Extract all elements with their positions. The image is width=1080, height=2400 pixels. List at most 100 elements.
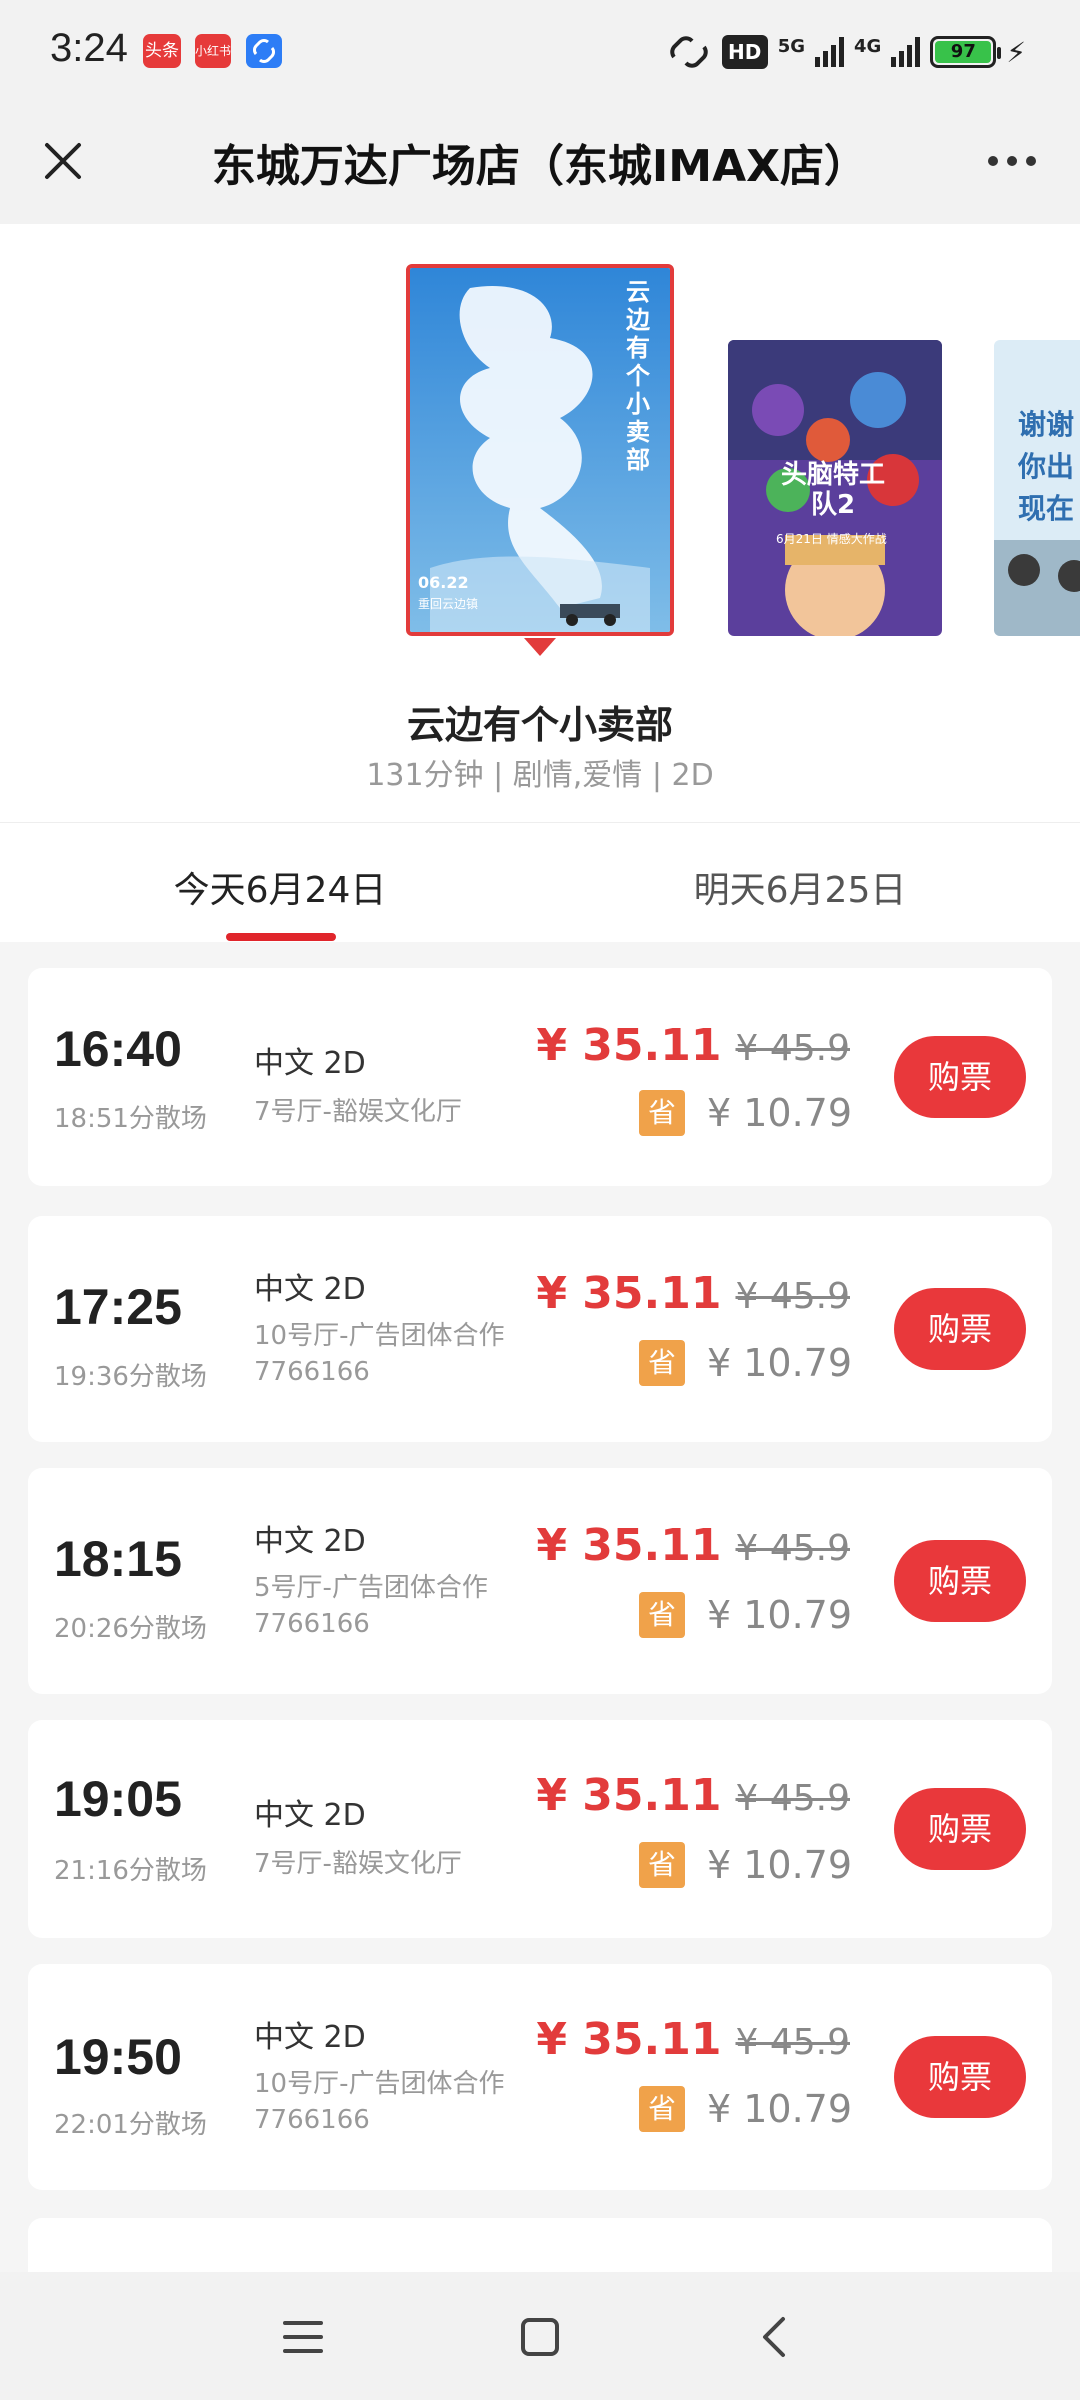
end-time: 18:51分散场 bbox=[54, 1104, 207, 1134]
page-title: 东城万达广场店（东城IMAX店） bbox=[211, 141, 869, 192]
end-time: 19:36分散场 bbox=[54, 1362, 207, 1392]
save-badge: 省 bbox=[638, 1842, 685, 1888]
tab-today[interactable]: 今天6月24日 bbox=[10, 861, 550, 913]
link-app-icon bbox=[246, 34, 282, 68]
movie-meta: 131分钟 | 剧情,爱情 | 2D bbox=[366, 758, 714, 793]
status-indicators: HD 5G 4G 97 ⚡ bbox=[666, 30, 1026, 74]
language-format: 中文 2D bbox=[254, 1524, 366, 1559]
menu-icon bbox=[283, 2321, 323, 2353]
original-price: ¥ 45.9 bbox=[735, 1276, 850, 1317]
charging-icon: ⚡ bbox=[1006, 35, 1026, 69]
showtime-card[interactable]: 19:50 22:01分散场 中文 2D 10号厅-广告团体合作7766166 … bbox=[28, 1964, 1052, 2190]
start-time: 19:05 bbox=[54, 1771, 182, 1827]
xiaohongshu-app-icon: 小红书 bbox=[195, 34, 231, 68]
buy-ticket-button[interactable]: 购票 bbox=[894, 1788, 1026, 1870]
back-button[interactable] bbox=[730, 2302, 820, 2372]
save-amount: ¥ 10.79 bbox=[706, 1091, 852, 1135]
save-badge: 省 bbox=[638, 1592, 685, 1638]
buy-ticket-button[interactable]: 购票 bbox=[894, 1288, 1026, 1370]
save-amount: ¥ 10.79 bbox=[706, 1341, 852, 1385]
start-time: 16:40 bbox=[54, 1021, 182, 1077]
save-amount: ¥ 10.79 bbox=[706, 1593, 852, 1637]
showtime-card[interactable]: 16:40 18:51分散场 中文 2D 7号厅-豁娱文化厅 ¥ 35.11 ¥ … bbox=[28, 968, 1052, 1186]
hall-name: 7号厅-豁娱文化厅 bbox=[254, 1849, 462, 1879]
savings: 省 ¥ 10.79 bbox=[638, 1592, 852, 1638]
price: ¥ 35.11 ¥ 45.9 bbox=[536, 1020, 850, 1071]
poster-2-date: 6月21日 情感大作战 bbox=[776, 532, 887, 546]
end-time: 21:16分散场 bbox=[54, 1856, 207, 1886]
hd-badge: HD bbox=[721, 35, 768, 69]
system-nav-bar bbox=[0, 2272, 1080, 2400]
buy-ticket-button[interactable]: 购票 bbox=[894, 1036, 1026, 1118]
network-5g-label: 5G bbox=[777, 35, 806, 57]
original-price: ¥ 45.9 bbox=[735, 1528, 850, 1569]
start-time: 18:15 bbox=[54, 1531, 182, 1587]
save-badge: 省 bbox=[638, 2086, 685, 2132]
buy-ticket-button[interactable]: 购票 bbox=[894, 2036, 1026, 2118]
save-badge: 省 bbox=[638, 1340, 685, 1386]
toutiao-app-icon: 头条 bbox=[143, 34, 181, 68]
end-time: 22:01分散场 bbox=[54, 2110, 207, 2140]
signal-4g-icon bbox=[891, 37, 921, 67]
hotspot-icon bbox=[670, 36, 708, 68]
status-bar: 3:24 头条 小红书 HD 5G 4G 97 ⚡ bbox=[0, 0, 1080, 100]
hall-name: 10号厅-广告团体合作7766166 bbox=[254, 1321, 505, 1387]
save-amount: ¥ 10.79 bbox=[706, 1843, 852, 1887]
savings: 省 ¥ 10.79 bbox=[638, 2086, 852, 2132]
more-icon bbox=[988, 156, 998, 166]
start-time: 19:50 bbox=[54, 2029, 182, 2085]
poster-title: 云边有个小卖部 bbox=[626, 278, 650, 474]
price: ¥ 35.11 ¥ 45.9 bbox=[536, 1268, 850, 1319]
movie-poster-selected[interactable]: 云边有个小卖部 06.22 重回云边镇 bbox=[406, 264, 674, 636]
movie-poster-2[interactable]: 头脑特工队2 6月21日 情感大作战 bbox=[728, 340, 942, 636]
selected-pointer-icon bbox=[524, 638, 556, 656]
savings: 省 ¥ 10.79 bbox=[638, 1340, 852, 1386]
hall-name: 7号厅-豁娱文化厅 bbox=[254, 1097, 462, 1127]
date-tabs: 今天6月24日 明天6月25日 bbox=[0, 822, 1080, 942]
showtime-card[interactable]: 18:15 20:26分散场 中文 2D 5号厅-广告团体合作7766166 ¥… bbox=[28, 1468, 1052, 1694]
showtime-card-partial[interactable] bbox=[28, 2218, 1052, 2272]
battery-level: 97 bbox=[935, 41, 992, 63]
price: ¥ 35.11 ¥ 45.9 bbox=[536, 1770, 850, 1821]
language-format: 中文 2D bbox=[254, 1272, 366, 1307]
close-icon bbox=[45, 143, 81, 179]
discount-price: ¥ 35.11 bbox=[536, 1020, 722, 1071]
status-time: 3:24 bbox=[50, 26, 128, 70]
movie-poster-3[interactable]: 谢谢你出现在我的青春 bbox=[994, 340, 1080, 636]
poster-3-title: 谢谢你出现在我的青春 bbox=[1018, 408, 1075, 524]
page: 3:24 头条 小红书 HD 5G 4G 97 ⚡ 东城万达广场店（东城IMAX… bbox=[0, 0, 1080, 2400]
movie-title: 云边有个小卖部 bbox=[406, 703, 673, 747]
home-button[interactable] bbox=[495, 2302, 585, 2372]
more-button[interactable] bbox=[972, 126, 1052, 196]
movie-section: 云边有个小卖部 06.22 重回云边镇 头脑特工队2 6月21日 情感大作战 谢… bbox=[0, 224, 1080, 822]
original-price: ¥ 45.9 bbox=[735, 1028, 850, 1069]
showtime-card[interactable]: 17:25 19:36分散场 中文 2D 10号厅-广告团体合作7766166 … bbox=[28, 1216, 1052, 1442]
tab-tomorrow[interactable]: 明天6月25日 bbox=[530, 861, 1070, 913]
signal-5g-icon bbox=[815, 37, 845, 67]
end-time: 20:26分散场 bbox=[54, 1614, 207, 1644]
price: ¥ 35.11 ¥ 45.9 bbox=[536, 1520, 850, 1571]
showtime-card[interactable]: 19:05 21:16分散场 中文 2D 7号厅-豁娱文化厅 ¥ 35.11 ¥ … bbox=[28, 1720, 1052, 1938]
start-time: 17:25 bbox=[54, 1279, 182, 1335]
battery-icon: 97 bbox=[930, 36, 1002, 68]
language-format: 中文 2D bbox=[254, 1046, 366, 1081]
hall-name: 5号厅-广告团体合作7766166 bbox=[254, 1573, 488, 1639]
poster-caption: 重回云边镇 bbox=[418, 597, 479, 611]
discount-price: ¥ 35.11 bbox=[536, 1268, 722, 1319]
discount-price: ¥ 35.11 bbox=[536, 1770, 722, 1821]
home-icon bbox=[521, 2318, 559, 2356]
tab-active-indicator bbox=[226, 933, 336, 941]
header: 东城万达广场店（东城IMAX店） bbox=[0, 100, 1080, 224]
original-price: ¥ 45.9 bbox=[735, 1778, 850, 1819]
savings: 省 ¥ 10.79 bbox=[638, 1842, 852, 1888]
save-badge: 省 bbox=[638, 1090, 685, 1136]
hall-name: 10号厅-广告团体合作7766166 bbox=[254, 2069, 505, 2135]
poster-date: 06.22 bbox=[418, 573, 469, 592]
menu-button[interactable] bbox=[258, 2302, 348, 2372]
original-price: ¥ 45.9 bbox=[735, 2022, 850, 2063]
language-format: 中文 2D bbox=[254, 2020, 366, 2055]
close-button[interactable] bbox=[28, 126, 98, 196]
back-icon bbox=[763, 2317, 785, 2357]
showtime-list: 16:40 18:51分散场 中文 2D 7号厅-豁娱文化厅 ¥ 35.11 ¥ … bbox=[0, 942, 1080, 2272]
buy-ticket-button[interactable]: 购票 bbox=[894, 1540, 1026, 1622]
